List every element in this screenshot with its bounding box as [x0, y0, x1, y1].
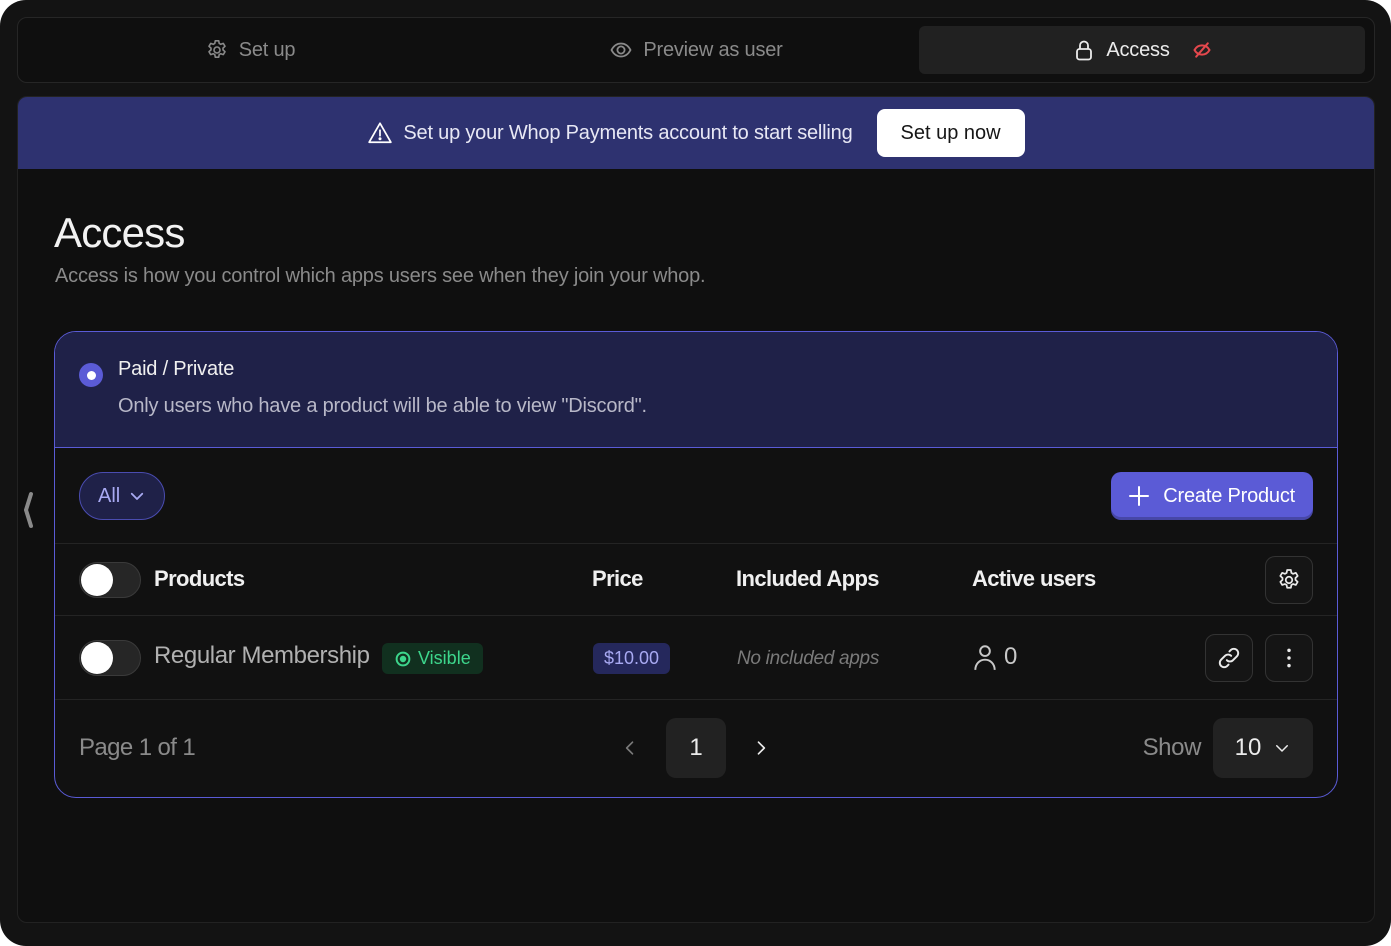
chevron-down-icon: [131, 492, 144, 500]
sidebar-collapse-handle[interactable]: [20, 490, 36, 530]
banner-text: Set up your Whop Payments account to sta…: [403, 121, 853, 144]
product-name[interactable]: Regular Membership: [154, 642, 370, 670]
filter-label: All: [98, 484, 121, 507]
pagination: Page 1 of 1 1 Show 10: [55, 700, 1337, 797]
tab-label: Preview as user: [643, 38, 783, 61]
create-product-button[interactable]: Create Product: [1111, 472, 1313, 520]
visibility-label: Visible: [418, 648, 471, 668]
next-page-button[interactable]: [749, 736, 773, 760]
eye-off-icon: [1192, 42, 1211, 58]
copy-link-button[interactable]: [1205, 634, 1253, 682]
page-info: Page 1 of 1: [79, 734, 196, 761]
create-product-label: Create Product: [1163, 484, 1295, 507]
filter-dropdown[interactable]: All: [79, 472, 166, 520]
access-card: Paid / Private Only users who have a pro…: [54, 331, 1338, 798]
gear-icon: [1279, 569, 1299, 589]
page-size-value: 10: [1234, 734, 1262, 761]
column-header-active-users[interactable]: Active users: [972, 566, 1096, 592]
payments-banner: Set up your Whop Payments account to sta…: [18, 97, 1374, 169]
row-toggle[interactable]: [79, 640, 141, 676]
app-window: Set up Preview as user Access Set up you…: [0, 0, 1391, 946]
access-mode-radio[interactable]: [79, 363, 103, 387]
page-title: Access: [54, 209, 185, 256]
lock-icon: [1076, 40, 1093, 61]
active-users-count: 0: [1004, 643, 1018, 670]
page-number-button[interactable]: 1: [666, 718, 726, 778]
access-mode-description: Only users who have a product will be ab…: [118, 395, 647, 417]
active-users: 0: [972, 643, 1017, 671]
tab-access[interactable]: Access: [919, 26, 1365, 74]
access-mode-title: Paid / Private: [118, 358, 235, 380]
user-icon: [974, 645, 996, 670]
visibility-badge: Visible: [382, 643, 483, 674]
more-options-button[interactable]: [1265, 634, 1313, 682]
tab-set-up[interactable]: Set up: [27, 26, 473, 74]
column-header-included-apps[interactable]: Included Apps: [736, 566, 880, 592]
banner-message: Set up your Whop Payments account to sta…: [367, 120, 853, 146]
included-apps-value: No included apps: [737, 648, 880, 669]
chevron-left-icon: [24, 492, 33, 528]
tab-label: Access: [1106, 38, 1170, 61]
page-size-select[interactable]: 10: [1213, 718, 1313, 778]
chevron-right-icon: [757, 741, 766, 755]
table-settings-button[interactable]: [1265, 556, 1313, 604]
table-header: Products Price Included Apps Active user…: [55, 544, 1337, 616]
more-vertical-icon: [1287, 648, 1291, 668]
tab-preview-as-user[interactable]: Preview as user: [473, 26, 919, 74]
chevron-left-icon: [625, 741, 634, 755]
page-subtitle: Access is how you control which apps use…: [55, 265, 706, 287]
tab-label: Set up: [238, 38, 296, 61]
select-all-toggle[interactable]: [79, 562, 141, 598]
price-badge: $10.00: [593, 643, 671, 674]
warning-icon: [368, 122, 393, 144]
content-panel: Set up your Whop Payments account to sta…: [17, 96, 1375, 923]
previous-page-button[interactable]: [618, 736, 642, 760]
plus-icon: [1129, 486, 1150, 506]
top-tab-bar: Set up Preview as user Access: [17, 17, 1375, 83]
eye-icon: [395, 651, 411, 666]
set-up-now-button[interactable]: Set up now: [876, 109, 1025, 157]
link-icon: [1218, 647, 1240, 669]
column-header-products[interactable]: Products: [154, 566, 245, 592]
eye-icon: [610, 42, 632, 58]
access-mode-option[interactable]: Paid / Private Only users who have a pro…: [55, 332, 1337, 448]
column-header-price[interactable]: Price: [592, 566, 643, 592]
table-row[interactable]: Regular Membership Visible $10.00 No inc…: [55, 616, 1337, 700]
chevron-down-icon: [1276, 745, 1289, 752]
table-toolbar: All Create Product: [55, 448, 1337, 544]
show-label: Show: [1142, 734, 1202, 761]
gear-icon: [207, 40, 226, 58]
